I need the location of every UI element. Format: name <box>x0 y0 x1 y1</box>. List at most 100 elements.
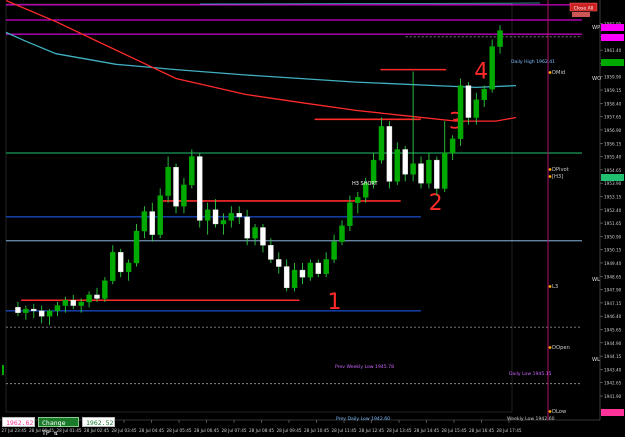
candle-body <box>31 308 37 312</box>
level-tag-l3: L3 <box>552 284 558 290</box>
candle-body <box>394 149 401 182</box>
y-tick-label: 1951.65 <box>604 221 622 226</box>
bid-value-box[interactable]: 1962.62 <box>2 417 35 427</box>
candle-body <box>434 159 440 189</box>
candle-body <box>339 225 345 242</box>
y-tick-label: 1946.40 <box>604 314 622 319</box>
y-tick-label: 1944.90 <box>604 341 622 346</box>
candle-body <box>347 202 353 226</box>
x-tick-label: 28 Jul 16:45 <box>469 428 494 433</box>
weekly-low-label: Weekly Low 1942.60 <box>507 416 555 422</box>
candle-body <box>268 245 274 260</box>
candle-body <box>497 30 503 47</box>
close-all-label: Close All <box>574 5 594 11</box>
candle-body <box>173 166 179 207</box>
candle-body <box>78 301 84 306</box>
left-marker <box>2 365 4 375</box>
candle-body <box>204 209 211 221</box>
y-tick-label: 1957.65 <box>604 115 622 120</box>
candle-body <box>189 156 195 186</box>
prev-daily-low-label: Prev Daily Low 1942.60 <box>336 416 390 422</box>
candle-body <box>86 294 92 303</box>
chart-window: 12341962.901962.151961.401960.651959.901… <box>0 0 625 437</box>
candle-body <box>125 262 132 273</box>
candle-body <box>410 163 416 175</box>
y-tick-label: 1959.15 <box>604 88 622 93</box>
red-moving-average <box>5 0 517 122</box>
x-tick-label: 28 Jul 13:45 <box>386 428 411 433</box>
level-number-4: 4 <box>474 60 488 85</box>
candle-body <box>23 308 29 313</box>
x-tick-label: 28 Jul 15:45 <box>441 428 466 433</box>
candle-body <box>220 220 227 225</box>
cyan-moving-average <box>5 31 517 89</box>
y-tick-label: 1955.40 <box>604 155 622 160</box>
x-tick-label: 28 Jul 10:45 <box>304 428 329 433</box>
candle-body <box>165 166 171 196</box>
y-tick-label: 1941.90 <box>604 394 622 399</box>
candle-body <box>323 259 329 274</box>
candle-body <box>181 184 187 207</box>
level-dot <box>548 285 552 288</box>
candle-body <box>94 294 100 299</box>
x-tick-label: 28 Jul 05:45 <box>166 428 191 433</box>
candle-body <box>418 163 424 184</box>
candle-body <box>426 159 432 184</box>
price-tag-box <box>601 174 624 181</box>
far-tag-wl: WL <box>592 357 600 363</box>
x-tick-label: 28 Jul 17:45 <box>496 428 521 433</box>
y-tick-label: 1949.40 <box>604 261 622 266</box>
y-tick-label: 1950.90 <box>604 234 622 239</box>
far-tag-wl: WL <box>592 277 600 283</box>
level-dot <box>548 175 552 178</box>
y-tick-label: 1943.40 <box>604 367 622 372</box>
level-dot <box>548 71 552 74</box>
y-tick-label: 1959.90 <box>604 75 622 80</box>
candle-body <box>117 252 124 273</box>
x-tick-label: 28 Jul 06:45 <box>194 428 219 433</box>
candle-body <box>54 305 61 312</box>
y-tick-label: 1956.90 <box>604 128 622 133</box>
y-tick-label: 1953.15 <box>604 194 622 199</box>
change-tp-button[interactable]: Change TP ⇅ <box>38 417 79 437</box>
y-tick-label: 1958.40 <box>604 101 622 106</box>
candle-body <box>62 300 69 306</box>
candle-body <box>252 227 258 239</box>
level-tag-dopen: DOpen <box>552 345 570 351</box>
x-tick-label: 28 Jul 07:45 <box>221 428 246 433</box>
y-tick-label: 1945.65 <box>604 328 622 333</box>
prev-weekly-low-label: Prev Weekly Low 1945.78 <box>335 364 394 370</box>
candle-body <box>212 209 219 225</box>
y-tick-label: 1942.65 <box>604 381 622 386</box>
candle-body <box>110 252 116 281</box>
level-dot <box>548 346 552 349</box>
candle-body <box>307 262 314 278</box>
candle-body <box>228 213 235 221</box>
candle-body <box>370 159 377 184</box>
candle-body <box>355 197 361 203</box>
far-tag-wp: WP <box>592 25 600 31</box>
x-tick-label: 28 Jul 03:45 <box>111 428 136 433</box>
y-tick-label: 1944.15 <box>604 354 622 359</box>
candle-body <box>299 269 306 278</box>
bid-value: 1962.62 <box>6 419 34 427</box>
y-tick-label: 1953.90 <box>604 181 622 186</box>
x-tick-label: 28 Jul 01:45 <box>56 428 81 433</box>
candle-body <box>38 310 45 317</box>
y-tick-label: 1956.15 <box>604 141 622 146</box>
price-tag-box <box>601 34 624 41</box>
level-tag-dmid: DMid <box>552 70 565 76</box>
daily-low-label: Daily Low 1945.15 <box>509 371 552 377</box>
tp-value-box[interactable]: 1962.52 <box>82 417 115 427</box>
x-tick-label: 28 Jul 12:45 <box>359 428 384 433</box>
x-tick-label: 28 Jul 02:45 <box>84 428 109 433</box>
candle-body <box>402 149 408 175</box>
tp-value: 1962.52 <box>86 419 114 427</box>
candle-body <box>283 266 290 289</box>
y-tick-label: 1952.40 <box>604 208 622 213</box>
candle-body <box>449 138 456 154</box>
level-dot <box>548 168 552 171</box>
y-tick-label: 1947.15 <box>604 301 622 306</box>
candle-body <box>291 269 298 289</box>
candle-body <box>46 310 53 317</box>
